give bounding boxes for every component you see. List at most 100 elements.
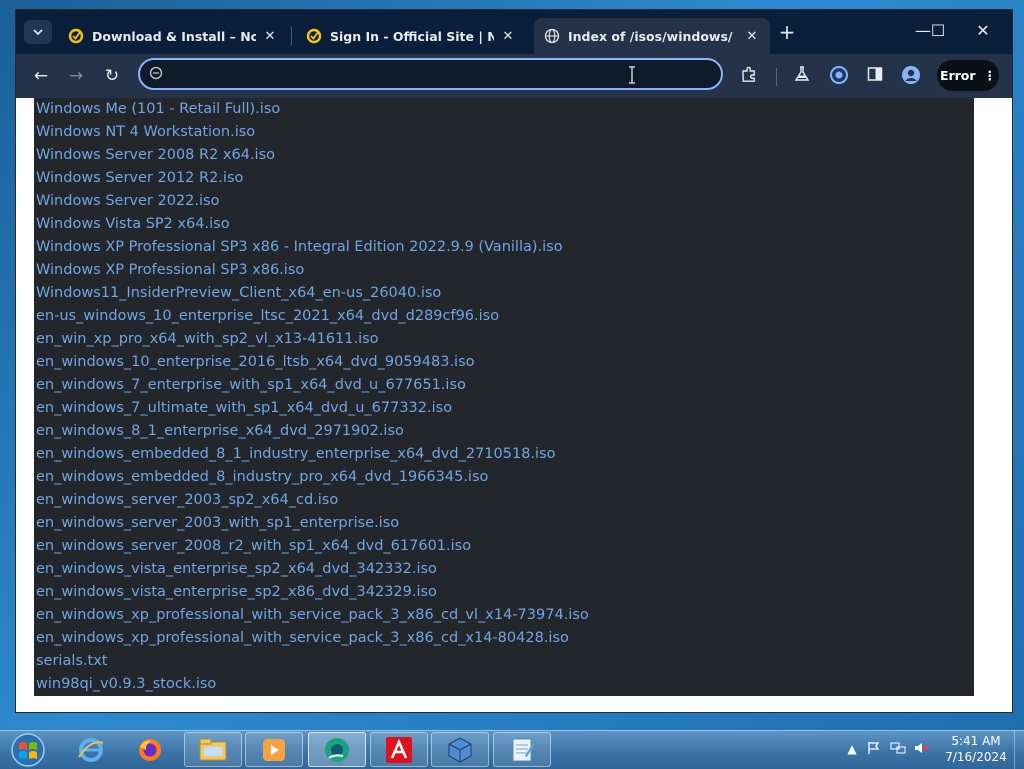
taskbar-media-player[interactable] [245, 732, 303, 767]
file-link[interactable]: en_windows_vista_enterprise_sp2_x64_dvd_… [36, 558, 437, 581]
volume-muted-icon[interactable] [914, 741, 930, 757]
table-row: en_windows_vista_enterprise_sp2_x86_dvd_… [34, 581, 974, 604]
table-row: Windows Server 2022.iso [34, 190, 974, 213]
table-row: en_windows_server_2003_with_sp1_enterpri… [34, 512, 974, 535]
file-link[interactable]: en_windows_7_ultimate_with_sp1_x64_dvd_u… [36, 397, 452, 420]
kebab-menu-icon: ⋮ [983, 68, 997, 83]
file-link[interactable]: Windows11_InsiderPreview_Client_x64_en-u… [36, 282, 441, 305]
profile-extension-icon[interactable] [828, 65, 850, 87]
table-row: en_windows_embedded_8_industry_pro_x64_d… [34, 466, 974, 489]
back-button[interactable]: ← [28, 63, 54, 89]
taskbar-firefox[interactable] [121, 732, 179, 767]
virtualbox-icon [448, 736, 472, 763]
file-link[interactable]: Windows Vista SP2 x64.iso [36, 213, 230, 236]
file-link[interactable]: Windows Server 2012 R2.iso [36, 167, 243, 190]
network-icon[interactable] [890, 741, 906, 757]
file-link[interactable]: win98qi_v0.9.3_stock.iso [36, 673, 216, 696]
norton-icon [68, 28, 84, 44]
new-tab-button[interactable]: + [776, 22, 798, 44]
table-row: en_windows_server_2003_sp2_x64_cd.iso [34, 489, 974, 512]
media-player-icon [263, 738, 285, 761]
file-link[interactable]: en_windows_server_2003_sp2_x64_cd.iso [36, 489, 338, 512]
table-row: Windows Vista SP2 x64.iso [34, 213, 974, 236]
reload-button[interactable]: ↻ [99, 63, 125, 89]
show-hidden-icons-icon[interactable]: ▲ [844, 741, 860, 757]
file-link[interactable]: en_windows_7_enterprise_with_sp1_x64_dvd… [36, 374, 466, 397]
table-row: en_win_xp_pro_x64_with_sp2_vl_x13-41611.… [34, 328, 974, 351]
file-link[interactable]: en_windows_10_enterprise_2016_ltsb_x64_d… [36, 351, 475, 374]
close-icon[interactable]: ✕ [262, 29, 278, 44]
clock-time[interactable]: 5:41 AM [946, 734, 1006, 748]
table-row: win98qi_v0.9.3_stock.iso [34, 673, 974, 696]
file-link[interactable]: Windows Server 2022.iso [36, 190, 219, 213]
globe-icon [544, 28, 560, 44]
taskbar-browser[interactable] [308, 732, 366, 767]
file-link[interactable]: serials.txt [36, 650, 108, 673]
action-center-flag-icon[interactable] [866, 741, 882, 757]
text-cursor-icon [628, 66, 635, 84]
file-link[interactable]: en_windows_server_2008_r2_with_sp1_x64_d… [36, 535, 471, 558]
firefox-icon [139, 738, 161, 761]
table-row: en_windows_10_enterprise_2016_ltsb_x64_d… [34, 351, 974, 374]
file-link[interactable]: en_windows_vista_enterprise_sp2_x86_dvd_… [36, 581, 437, 604]
table-row: en_windows_7_ultimate_with_sp1_x64_dvd_u… [34, 397, 974, 420]
taskbar-internet-explorer[interactable] [62, 732, 120, 767]
close-icon[interactable]: ✕ [744, 29, 760, 44]
file-link[interactable]: en_windows_embedded_8_industry_pro_x64_d… [36, 466, 488, 489]
table-row: serials.txt [34, 650, 974, 673]
taskbar-file-explorer[interactable] [184, 732, 242, 767]
forward-button[interactable]: → [63, 63, 89, 89]
error-button[interactable]: Error ⋮ [937, 60, 999, 91]
tab-index-isos[interactable]: Index of /isos/windows/ ✕ [534, 18, 770, 54]
labs-flask-icon[interactable] [791, 65, 813, 87]
error-label: Error [939, 68, 976, 83]
file-explorer-icon [199, 738, 227, 760]
browser-window: Download & Install – Norton™ ✕ Sign In -… [15, 9, 1013, 713]
file-link[interactable]: Windows XP Professional SP3 x86.iso [36, 259, 304, 282]
table-row: en_windows_xp_professional_with_service_… [34, 604, 974, 627]
table-row: en_windows_xp_professional_with_service_… [34, 627, 974, 650]
table-row: Windows XP Professional SP3 x86.iso [34, 259, 974, 282]
tab-title: Download & Install – Norton™ [92, 28, 256, 44]
table-row: Windows Me (101 - Retail Full).iso [34, 98, 974, 121]
taskbar-virtualbox[interactable] [431, 732, 489, 767]
file-link[interactable]: en_windows_8_1_enterprise_x64_dvd_297190… [36, 420, 404, 443]
side-panel-icon[interactable] [864, 65, 886, 87]
toolbar: ← → ↻ Error ⋮ [16, 54, 1012, 98]
file-link[interactable]: Windows XP Professional SP3 x86 - Integr… [36, 236, 563, 259]
extensions-icon[interactable] [738, 65, 760, 87]
file-link[interactable]: en_windows_xp_professional_with_service_… [36, 627, 569, 650]
close-window-button[interactable]: ✕ [969, 20, 997, 42]
taskbar-avira[interactable] [370, 732, 428, 767]
table-row: Windows XP Professional SP3 x86 - Integr… [34, 236, 974, 259]
close-icon[interactable]: ✕ [500, 29, 516, 44]
tab-search-button[interactable] [24, 20, 52, 44]
maximize-button[interactable]: ☐ [924, 20, 952, 42]
avira-icon [386, 736, 412, 763]
tab-norton-download[interactable]: Download & Install – Norton™ ✕ [58, 18, 288, 54]
chevron-down-icon [33, 29, 43, 36]
table-row: en_windows_7_enterprise_with_sp1_x64_dvd… [34, 374, 974, 397]
file-link[interactable]: en_windows_embedded_8_1_industry_enterpr… [36, 443, 556, 466]
profile-avatar-icon[interactable] [900, 65, 922, 87]
table-row: Windows NT 4 Workstation.iso [34, 121, 974, 144]
file-link[interactable]: en_windows_xp_professional_with_service_… [36, 604, 589, 627]
file-link[interactable]: Windows Me (101 - Retail Full).iso [36, 98, 280, 121]
taskbar-notepad[interactable] [493, 732, 551, 767]
system-tray: ▲ 5:41 AM 7/16/2024 [840, 731, 1024, 769]
file-link[interactable]: Windows NT 4 Workstation.iso [36, 121, 255, 144]
file-listing: Windows Me (101 - Retail Full).iso Window… [34, 98, 974, 696]
file-link[interactable]: en_win_xp_pro_x64_with_sp2_vl_x13-41611.… [36, 328, 379, 351]
file-link[interactable]: en_windows_server_2003_with_sp1_enterpri… [36, 512, 399, 535]
show-desktop-button[interactable] [1014, 731, 1024, 769]
table-row: Windows Server 2012 R2.iso [34, 167, 974, 190]
clock-date[interactable]: 7/16/2024 [940, 750, 1012, 764]
table-row: en-us_windows_10_enterprise_ltsc_2021_x6… [34, 305, 974, 328]
file-link[interactable]: Windows Server 2008 R2 x64.iso [36, 144, 275, 167]
tab-strip: Download & Install – Norton™ ✕ Sign In -… [16, 10, 1012, 54]
site-info-icon[interactable] [148, 66, 164, 82]
start-button[interactable] [4, 732, 52, 768]
file-link[interactable]: en-us_windows_10_enterprise_ltsc_2021_x6… [36, 305, 499, 328]
tab-norton-signin[interactable]: Sign In - Official Site | Norton ✕ [296, 18, 526, 54]
internet-explorer-icon [78, 737, 104, 762]
